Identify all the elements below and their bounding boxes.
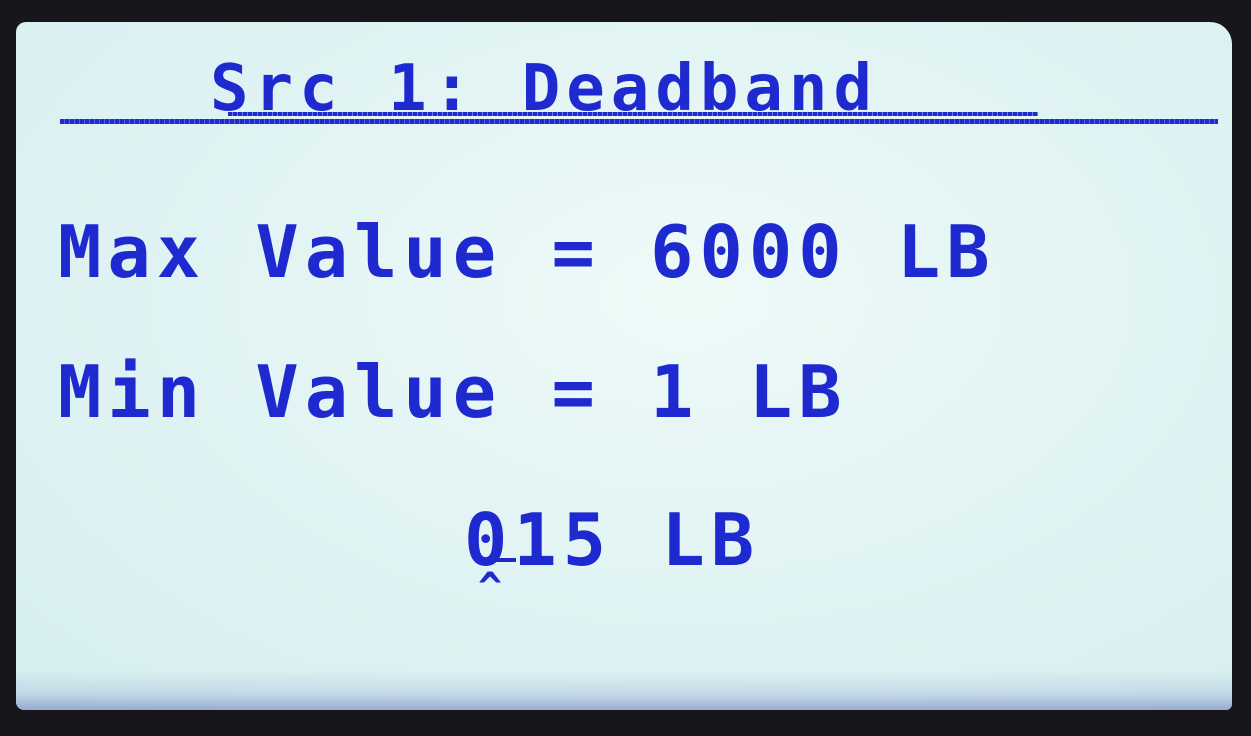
max-value-row: Max Value = 6000 LB <box>58 210 996 294</box>
title-underline <box>228 112 1038 116</box>
device-bezel: Src 1: Deadband Max Value = 6000 LB Min … <box>0 0 1251 736</box>
screen-bottom-edge <box>16 670 1232 710</box>
deadband-value-field[interactable]: 015 LB <box>464 500 760 580</box>
edit-cursor-underline <box>482 558 516 562</box>
edit-cursor-caret-icon: ^ <box>478 565 503 611</box>
lcd-screen: Src 1: Deadband Max Value = 6000 LB Min … <box>16 22 1232 710</box>
title-rule-divider <box>60 119 1218 124</box>
min-value-row: Min Value = 1 LB <box>58 350 848 434</box>
